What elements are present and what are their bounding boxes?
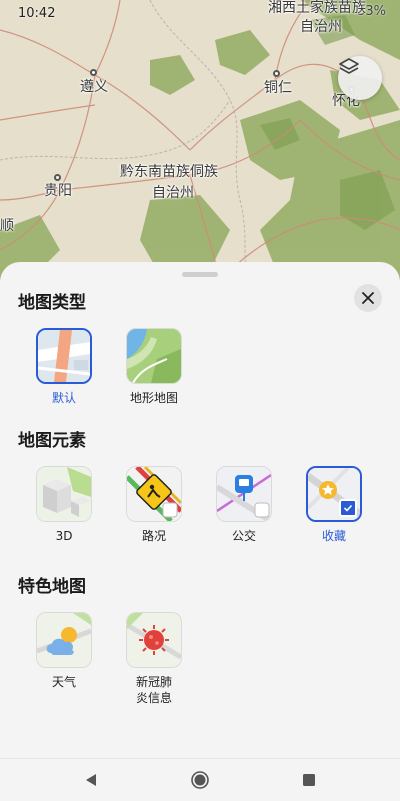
feature-map-covid-label-line2: 炎信息 xyxy=(135,691,172,705)
map-element-favorites-label: 收藏 xyxy=(321,529,346,543)
map-type-terrain-label: 地形地图 xyxy=(129,391,178,405)
feature-map-weather[interactable]: 天气 xyxy=(18,612,110,690)
traffic-thumb xyxy=(126,466,182,522)
map-element-transit-label: 公交 xyxy=(231,529,256,543)
map-label-top-region: 湘西土家族苗族 xyxy=(268,0,366,16)
city-dot-zunyi xyxy=(90,69,97,76)
feature-map-covid-label-line1: 新冠肺 xyxy=(135,675,172,689)
favorites-thumb xyxy=(306,466,362,522)
map-element-favorites[interactable]: 收藏 xyxy=(288,466,380,544)
checked-icon xyxy=(339,499,357,517)
system-nav-bar xyxy=(0,758,400,801)
map-label-partial: 顺 xyxy=(0,218,14,234)
close-icon xyxy=(362,292,374,304)
map-type-terrain[interactable]: 地形地图 xyxy=(108,328,200,406)
map-label-guiyang: 贵阳 xyxy=(44,183,72,199)
map-label-qiandongnan-2: 自治州 xyxy=(152,185,194,201)
section-title-feature-maps: 特色地图 xyxy=(18,577,86,597)
nav-home-button[interactable] xyxy=(187,767,213,793)
covid-thumb xyxy=(126,612,182,668)
feature-map-covid[interactable]: 新冠肺 炎信息 xyxy=(108,612,200,706)
home-icon xyxy=(191,771,209,789)
feature-map-covid-label: 新冠肺 炎信息 xyxy=(108,674,200,706)
nav-recents-button[interactable] xyxy=(296,767,322,793)
map-label-qiandongnan: 黔东南苗族侗族 xyxy=(120,164,218,180)
map-label-top-region-2: 自治州 xyxy=(300,19,342,35)
recents-icon xyxy=(303,774,315,786)
city-dot-tongren xyxy=(273,70,280,77)
map-terrain xyxy=(0,0,400,280)
map-view[interactable]: 10:42 33% 湘西土家族苗族 自治州 遵义 铜仁 怀化 黔东南苗族侗族 自… xyxy=(0,0,400,280)
transit-thumb xyxy=(216,466,272,522)
layers-icon xyxy=(339,58,359,74)
map-element-3d-label: 3D xyxy=(55,529,73,543)
close-button[interactable] xyxy=(354,284,382,312)
layers-button[interactable] xyxy=(338,56,382,100)
3d-buildings-thumb xyxy=(36,466,92,522)
map-element-traffic[interactable]: 路况 xyxy=(108,466,200,544)
map-element-3d[interactable]: 3D xyxy=(18,466,110,544)
nav-back-button[interactable] xyxy=(78,767,104,793)
map-type-default[interactable]: 默认 xyxy=(18,328,110,406)
map-type-default-label: 默认 xyxy=(51,391,76,405)
city-dot-guiyang xyxy=(54,174,61,181)
terrain-map-thumb xyxy=(126,328,182,384)
map-element-transit[interactable]: 公交 xyxy=(198,466,290,544)
default-map-thumb xyxy=(36,328,92,384)
map-label-zunyi: 遵义 xyxy=(80,79,108,95)
feature-map-weather-label: 天气 xyxy=(51,675,76,689)
section-title-map-elements: 地图元素 xyxy=(18,431,86,451)
map-element-traffic-label: 路况 xyxy=(141,529,166,543)
section-title-map-type: 地图类型 xyxy=(18,293,86,313)
weather-thumb xyxy=(36,612,92,668)
back-icon xyxy=(86,774,96,786)
sheet-drag-handle[interactable] xyxy=(182,272,218,277)
map-settings-sheet: 地图类型 默认 地形地图 地图元素 3D 路况 公交 收藏 特色地图 天气 新冠… xyxy=(0,262,400,758)
status-time: 10:42 xyxy=(18,6,56,21)
map-label-tongren: 铜仁 xyxy=(264,80,292,96)
